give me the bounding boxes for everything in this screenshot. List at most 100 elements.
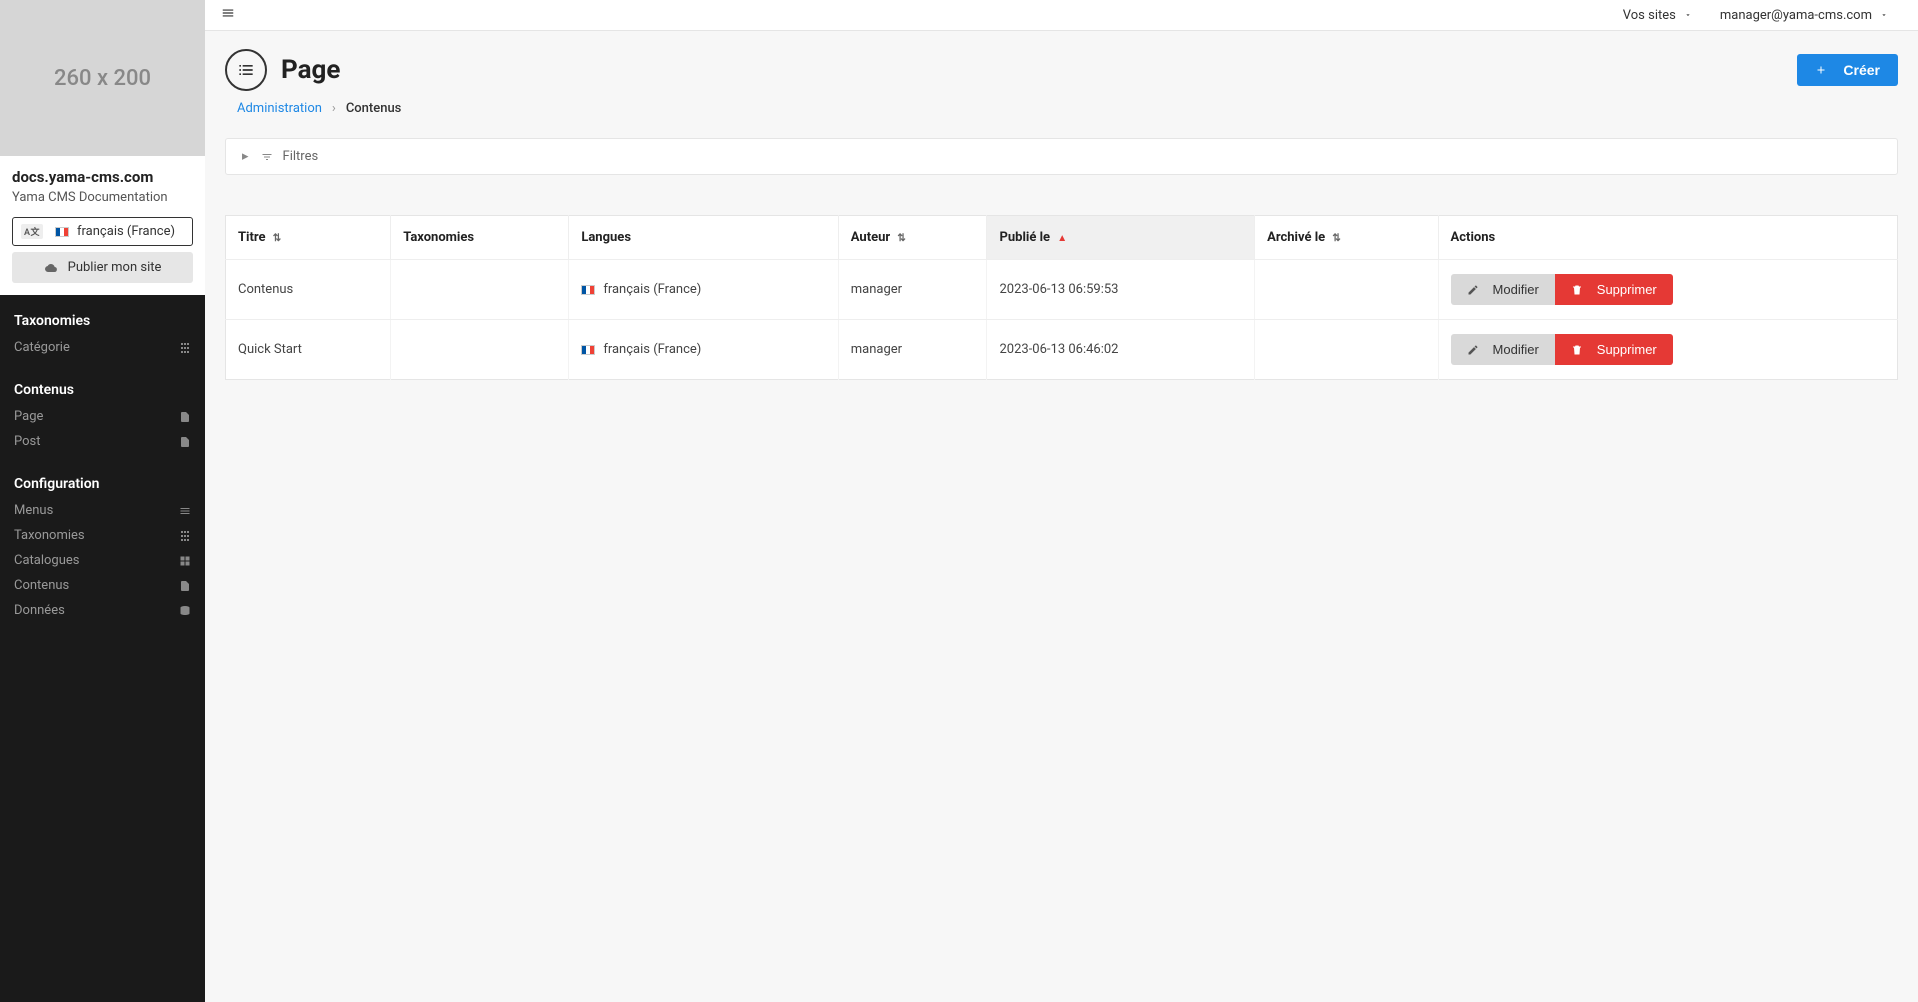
cell-publie: 2023-06-13 06:46:02 (987, 320, 1255, 380)
trash-icon (1571, 284, 1583, 296)
sidebar-item-categorie[interactable]: Catégorie (0, 335, 205, 360)
sidebar-item-page[interactable]: Page (0, 404, 205, 429)
file-icon (179, 411, 191, 423)
cell-actions: Modifier Supprimer (1438, 260, 1897, 320)
cell-taxonomies (391, 260, 569, 320)
modify-label: Modifier (1493, 282, 1539, 297)
section-title-configuration: Configuration (0, 470, 205, 498)
user-email: manager@yama-cms.com (1720, 8, 1872, 23)
site-description: Yama CMS Documentation (12, 190, 193, 205)
language-label: français (France) (77, 224, 175, 239)
header-label: Archivé le (1267, 230, 1325, 245)
site-info: docs.yama-cms.com Yama CMS Documentation (0, 156, 205, 217)
create-label: Créer (1843, 62, 1880, 78)
flag-france-icon (581, 345, 595, 355)
create-button[interactable]: Créer (1797, 54, 1898, 86)
file-icon (179, 580, 191, 592)
sort-asc-icon: ▲ (1057, 233, 1067, 244)
menu-toggle-button[interactable] (221, 6, 235, 24)
sitemap-icon (179, 342, 191, 354)
sort-icon: ⇅ (1332, 233, 1340, 244)
cell-titre: Contenus (226, 260, 391, 320)
filters-label: Filtres (283, 149, 319, 164)
header-label: Auteur (851, 230, 890, 245)
sidebar-section-taxonomies: Taxonomies Catégorie (0, 295, 205, 364)
column-header-archive[interactable]: Archivé le ⇅ (1255, 216, 1438, 260)
plus-icon (1815, 64, 1827, 76)
cell-auteur: manager (838, 320, 987, 380)
sidebar-item-menus[interactable]: Menus (0, 498, 205, 523)
column-header-titre[interactable]: Titre ⇅ (226, 216, 391, 260)
sort-icon: ⇅ (273, 233, 281, 244)
site-domain: docs.yama-cms.com (12, 168, 193, 186)
sidebar-item-post[interactable]: Post (0, 429, 205, 454)
breadcrumb: Administration › Contenus (237, 101, 1898, 116)
breadcrumb-current: Contenus (346, 101, 402, 116)
sidebar-item-label: Contenus (14, 578, 69, 593)
chevron-right-icon: › (332, 101, 336, 116)
cell-titre: Quick Start (226, 320, 391, 380)
breadcrumb-admin[interactable]: Administration (237, 101, 322, 116)
cell-archive (1255, 320, 1438, 380)
sidebar-item-label: Taxonomies (14, 528, 85, 543)
sidebar-controls: A文 français (France) Publier mon site (0, 217, 205, 295)
sidebar-item-label: Catalogues (14, 553, 80, 568)
file-icon (179, 436, 191, 448)
grid-icon (179, 555, 191, 567)
sidebar-item-label: Menus (14, 503, 53, 518)
column-header-auteur[interactable]: Auteur ⇅ (838, 216, 987, 260)
column-header-taxonomies: Taxonomies (391, 216, 569, 260)
user-dropdown[interactable]: manager@yama-cms.com (1706, 8, 1902, 23)
modify-button[interactable]: Modifier (1451, 274, 1555, 305)
chevron-right-icon: ▸ (242, 149, 249, 164)
filters-toggle[interactable]: ▸ Filtres (225, 138, 1898, 175)
sidebar-item-label: Données (14, 603, 65, 618)
modify-label: Modifier (1493, 342, 1539, 357)
pencil-icon (1467, 344, 1479, 356)
sidebar: 260 x 200 docs.yama-cms.com Yama CMS Doc… (0, 0, 205, 1002)
filter-icon (261, 151, 273, 163)
flag-france-icon (581, 285, 595, 295)
sort-icon: ⇅ (897, 233, 905, 244)
delete-label: Supprimer (1597, 282, 1657, 297)
cell-langues: français (France) (569, 260, 838, 320)
sidebar-item-donnees[interactable]: Données (0, 598, 205, 623)
cell-taxonomies (391, 320, 569, 380)
page-header: Page Créer (225, 49, 1898, 91)
delete-button[interactable]: Supprimer (1555, 334, 1673, 365)
sitemap-icon (179, 530, 191, 542)
column-header-publie[interactable]: Publié le ▲ (987, 216, 1255, 260)
sites-dropdown[interactable]: Vos sites (1609, 8, 1706, 23)
delete-button[interactable]: Supprimer (1555, 274, 1673, 305)
page-header-icon (225, 49, 267, 91)
list-icon (179, 505, 191, 517)
caret-down-icon (1684, 11, 1692, 19)
column-header-actions: Actions (1438, 216, 1897, 260)
site-logo-placeholder: 260 x 200 (0, 0, 205, 156)
cell-publie: 2023-06-13 06:59:53 (987, 260, 1255, 320)
table-row: Quick Start français (France) manager 20… (226, 320, 1898, 380)
pencil-icon (1467, 284, 1479, 296)
sidebar-item-catalogues[interactable]: Catalogues (0, 548, 205, 573)
hamburger-icon (221, 6, 235, 20)
sidebar-section-configuration: Configuration Menus Taxonomies Catalogue… (0, 458, 205, 627)
sidebar-item-label: Post (14, 434, 41, 449)
header-label: Actions (1451, 230, 1496, 245)
lang-label: français (France) (603, 342, 701, 357)
lang-badge-icon: A文 (21, 224, 43, 239)
sidebar-section-contenus: Contenus Page Post (0, 364, 205, 458)
logo-placeholder-text: 260 x 200 (54, 66, 151, 91)
trash-icon (1571, 344, 1583, 356)
cell-auteur: manager (838, 260, 987, 320)
sites-label: Vos sites (1623, 8, 1676, 23)
header-label: Titre (238, 230, 266, 245)
column-header-langues: Langues (569, 216, 838, 260)
language-selector[interactable]: A文 français (France) (12, 217, 193, 246)
sidebar-item-contenus-config[interactable]: Contenus (0, 573, 205, 598)
sidebar-item-taxonomies-config[interactable]: Taxonomies (0, 523, 205, 548)
cell-langues: français (France) (569, 320, 838, 380)
flag-france-icon (55, 227, 69, 237)
topbar: Vos sites manager@yama-cms.com (205, 0, 1918, 31)
publish-site-button[interactable]: Publier mon site (12, 252, 193, 283)
modify-button[interactable]: Modifier (1451, 334, 1555, 365)
